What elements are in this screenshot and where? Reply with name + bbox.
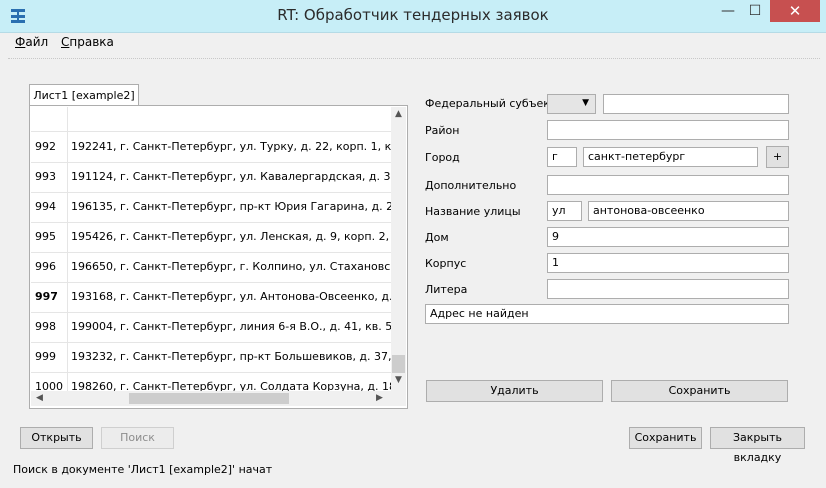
building-label: Корпус (425, 257, 467, 270)
row-address[interactable]: 198260, г. Санкт-Петербург, ул. Солдата … (71, 372, 391, 391)
menu-bar: Файл Справка (0, 33, 826, 53)
close-tab-button[interactable]: Закрыть вкладку (710, 427, 805, 464)
scroll-left-icon[interactable]: ◀ (36, 391, 43, 406)
minimize-button[interactable]: — (715, 0, 741, 22)
row-number: 992 (35, 140, 56, 153)
toolbar-separator (8, 58, 820, 61)
table-row[interactable]: 993 191124, г. Санкт-Петербург, ул. Кавал… (31, 162, 391, 193)
house-label: Дом (425, 231, 449, 244)
maximize-button[interactable]: ☐ (742, 0, 768, 22)
federal-subject-label: Федеральный субъект (425, 97, 557, 110)
vertical-scrollbar[interactable]: ▲ ▼ (391, 107, 406, 391)
federal-subject-combo[interactable]: ▼ (547, 94, 596, 114)
row-address[interactable]: 195426, г. Санкт-Петербург, ул. Ленская,… (71, 222, 391, 252)
street-field[interactable]: антонова-овсеенко (588, 201, 789, 221)
district-field[interactable] (547, 120, 789, 140)
horizontal-scroll-thumb[interactable] (129, 393, 289, 404)
city-field[interactable]: санкт-петербург (583, 147, 758, 167)
row-number: 999 (35, 350, 56, 363)
federal-subject-field[interactable] (603, 94, 789, 114)
horizontal-scrollbar[interactable]: ◀ ▶ (31, 391, 391, 406)
save-button[interactable]: Сохранить (629, 427, 702, 449)
row-address[interactable]: 191124, г. Санкт-Петербург, ул. Кавалерг… (71, 162, 391, 192)
row-address[interactable]: 193232, г. Санкт-Петербург, пр-кт Больше… (71, 342, 391, 372)
row-address[interactable]: 193168, г. Санкт-Петербург, ул. Антонова… (71, 282, 391, 312)
scroll-up-icon[interactable]: ▲ (391, 109, 406, 119)
data-grid[interactable]: 992 192241, г. Санкт-Петербург, ул. Турку… (31, 107, 391, 391)
table-row[interactable]: 997 193168, г. Санкт-Петербург, ул. Антон… (31, 282, 391, 313)
street-label: Название улицы (425, 205, 521, 218)
grid-header (31, 107, 391, 132)
row-number: 1000 (35, 380, 63, 391)
row-address[interactable]: 192241, г. Санкт-Петербург, ул. Турку, д… (71, 132, 391, 162)
row-number: 995 (35, 230, 56, 243)
add-city-button[interactable]: + (766, 146, 789, 168)
chevron-down-icon: ▼ (582, 98, 589, 108)
tab-sheet1[interactable]: Лист1 [example2] (29, 84, 139, 107)
row-number: 994 (35, 200, 56, 213)
table-row[interactable]: 996 196650, г. Санкт-Петербург, г. Колпин… (31, 252, 391, 283)
menu-file[interactable]: Файл (15, 35, 48, 49)
table-row[interactable]: 995 195426, г. Санкт-Петербург, ул. Ленск… (31, 222, 391, 253)
table-row[interactable]: 1000 198260, г. Санкт-Петербург, ул. Солд… (31, 372, 391, 391)
row-address[interactable]: 199004, г. Санкт-Петербург, линия 6-я В.… (71, 312, 391, 342)
scroll-right-icon[interactable]: ▶ (376, 391, 383, 406)
title-bar: RT: Обработчик тендерных заявок — ☐ ✕ (0, 0, 826, 33)
scroll-corner (391, 391, 406, 406)
row-address[interactable]: 196135, г. Санкт-Петербург, пр-кт Юрия Г… (71, 192, 391, 222)
letter-field[interactable] (547, 279, 789, 299)
additional-field[interactable] (547, 175, 789, 195)
row-address[interactable]: 196650, г. Санкт-Петербург, г. Колпино, … (71, 252, 391, 282)
row-number: 998 (35, 320, 56, 333)
building-field[interactable]: 1 (547, 253, 789, 273)
window-title: RT: Обработчик тендерных заявок (277, 6, 549, 24)
scroll-down-icon[interactable]: ▼ (391, 375, 406, 385)
status-text: Поиск в документе 'Лист1 [example2]' нач… (13, 463, 273, 476)
house-field[interactable]: 9 (547, 227, 789, 247)
menu-help[interactable]: Справка (61, 35, 114, 49)
letter-label: Литера (425, 283, 468, 296)
search-button[interactable]: Поиск (101, 427, 174, 449)
row-number: 993 (35, 170, 56, 183)
vertical-scroll-thumb[interactable] (392, 355, 405, 373)
row-number: 996 (35, 260, 56, 273)
table-row[interactable]: 992 192241, г. Санкт-Петербург, ул. Турку… (31, 132, 391, 163)
address-result-field[interactable]: Адрес не найден (425, 304, 789, 324)
table-panel: 992 192241, г. Санкт-Петербург, ул. Турку… (29, 105, 408, 409)
table-row[interactable]: 998 199004, г. Санкт-Петербург, линия 6-я… (31, 312, 391, 343)
additional-label: Дополнительно (425, 179, 517, 192)
close-button[interactable]: ✕ (770, 0, 820, 22)
table-row[interactable]: 994 196135, г. Санкт-Петербург, пр-кт Юри… (31, 192, 391, 223)
city-label: Город (425, 151, 460, 164)
row-number: 997 (35, 290, 58, 303)
delete-button[interactable]: Удалить (426, 380, 603, 402)
city-type-field[interactable]: г (547, 147, 577, 167)
district-label: Район (425, 124, 460, 137)
table-row[interactable]: 999 193232, г. Санкт-Петербург, пр-кт Бол… (31, 342, 391, 373)
open-button[interactable]: Открыть (20, 427, 93, 449)
street-type-field[interactable]: ул (547, 201, 582, 221)
save-form-button[interactable]: Сохранить (611, 380, 788, 402)
